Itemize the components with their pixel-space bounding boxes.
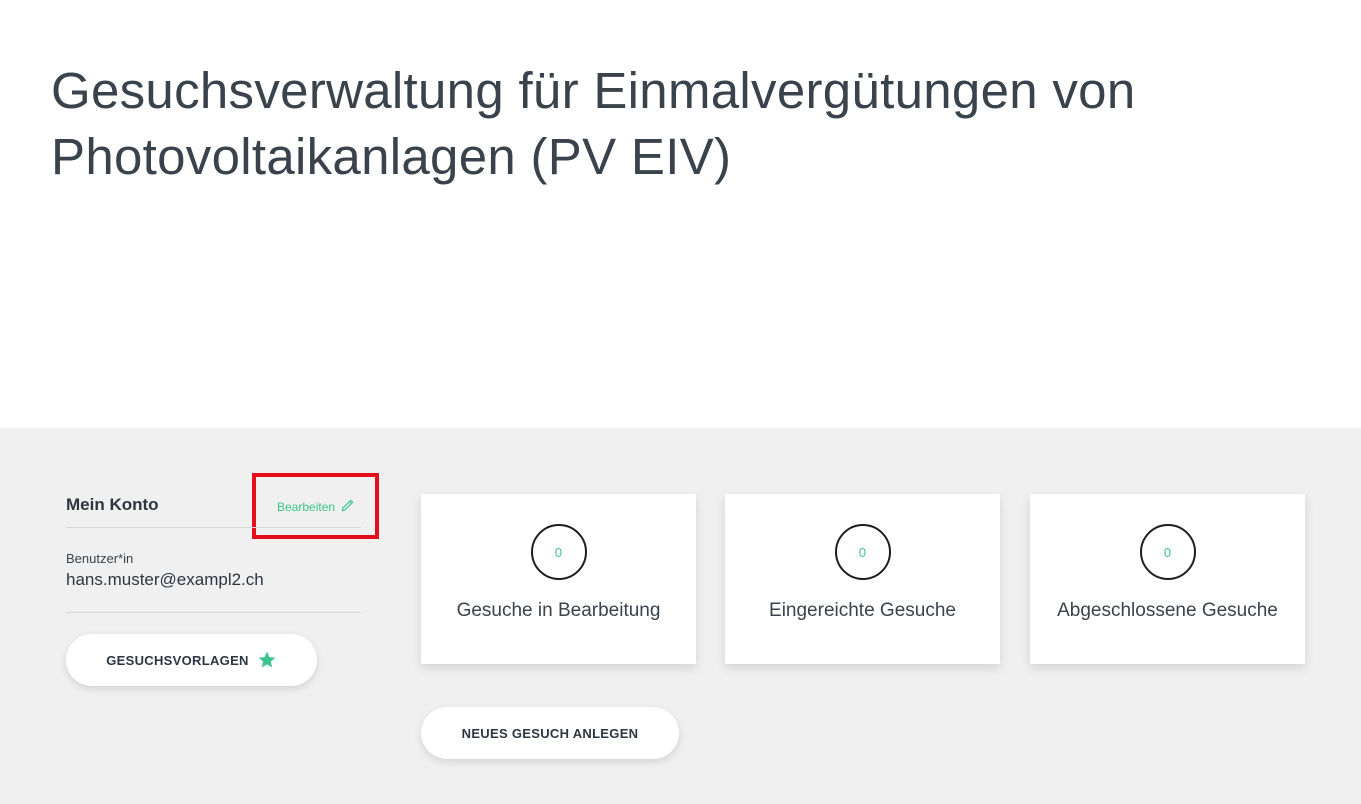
divider — [66, 612, 361, 613]
stat-card-completed[interactable]: 0 Abgeschlossene Gesuche — [1030, 494, 1305, 664]
account-title: Mein Konto — [66, 495, 159, 514]
divider — [66, 527, 361, 528]
templates-button-label: GESUCHSVORLAGEN — [106, 652, 249, 668]
stat-label: Abgeschlossene Gesuche — [1057, 600, 1278, 621]
stat-label: Gesuche in Bearbeitung — [456, 600, 661, 621]
stat-label: Eingereichte Gesuche — [769, 600, 956, 621]
stat-count: 0 — [1139, 524, 1196, 580]
stat-card-submitted[interactable]: 0 Eingereichte Gesuche — [725, 494, 1000, 664]
stat-count: 0 — [530, 524, 587, 580]
page-title: Gesuchsverwaltung für Einmalvergütungen … — [51, 62, 1136, 185]
star-icon — [257, 650, 277, 670]
new-request-button-label: NEUES GESUCH ANLEGEN — [461, 725, 639, 741]
new-request-button[interactable]: NEUES GESUCH ANLEGEN — [421, 707, 679, 759]
hero-section: Gesuchsverwaltung für Einmalvergütungen … — [0, 0, 1361, 428]
user-label: Benutzer*in — [66, 551, 134, 566]
templates-button[interactable]: GESUCHSVORLAGEN — [66, 634, 317, 686]
stat-count: 0 — [834, 524, 891, 580]
user-email: hans.muster@exampl2.ch — [66, 570, 264, 589]
highlight-box — [252, 473, 379, 539]
stat-card-in-progress[interactable]: 0 Gesuche in Bearbeitung — [421, 494, 696, 664]
